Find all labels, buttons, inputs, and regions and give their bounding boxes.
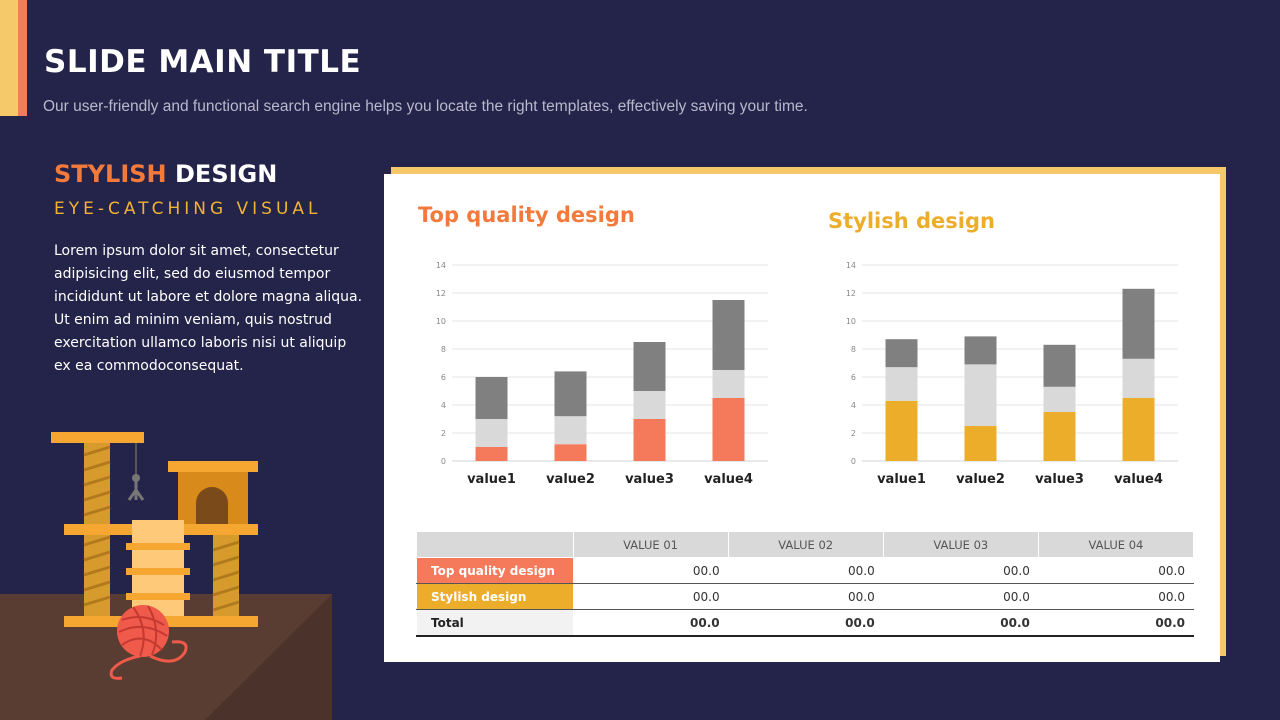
table-header-cell: VALUE 04	[1037, 531, 1195, 558]
table-cell: 00.0	[572, 609, 729, 637]
bar-segment	[475, 447, 508, 461]
y-tick-label: 8	[441, 345, 446, 354]
table-cell: 00.0	[572, 583, 729, 610]
bar-segment	[554, 371, 587, 417]
bar-segment	[1043, 344, 1076, 387]
x-tick-label: value4	[1114, 472, 1163, 487]
y-tick-label: 14	[846, 261, 856, 270]
y-tick-label: 10	[436, 317, 446, 326]
table-header-cell: VALUE 01	[572, 531, 729, 558]
table-header-row: VALUE 01 VALUE 02 VALUE 03 VALUE 04	[416, 531, 1195, 558]
y-tick-label: 0	[441, 457, 446, 466]
table-header-cell: VALUE 03	[882, 531, 1039, 558]
y-tick-label: 12	[846, 289, 856, 298]
bar-segment	[885, 339, 918, 368]
y-tick-label: 4	[851, 401, 856, 410]
table-header-blank	[416, 531, 574, 558]
row-label-top-quality: Top quality design	[416, 557, 574, 584]
y-tick-label: 6	[441, 373, 446, 382]
data-table: VALUE 01 VALUE 02 VALUE 03 VALUE 04 Top …	[416, 531, 1195, 637]
x-tick-label: value1	[467, 472, 516, 487]
bar-segment	[1122, 398, 1155, 461]
table-cell: 00.0	[882, 583, 1039, 610]
bar-segment	[885, 400, 918, 461]
y-tick-label: 12	[436, 289, 446, 298]
bar-segment	[554, 416, 587, 445]
bar-segment	[885, 367, 918, 401]
table-row: Stylish design 00.0 00.0 00.0 00.0	[416, 583, 1195, 610]
bar-segment	[712, 398, 745, 461]
bar-segment	[1122, 288, 1155, 359]
bar-segment	[1043, 386, 1076, 412]
table-cell: 00.0	[882, 609, 1039, 637]
bar-segment	[964, 426, 997, 461]
x-tick-label: value3	[625, 472, 674, 487]
table-header-cell: VALUE 02	[727, 531, 884, 558]
y-tick-label: 8	[851, 345, 856, 354]
bar-segment	[1043, 412, 1076, 461]
bar-segment	[964, 364, 997, 426]
table-row-total: Total 00.0 00.0 00.0 00.0	[416, 609, 1195, 637]
bar-segment	[1122, 358, 1155, 398]
y-tick-label: 2	[441, 429, 446, 438]
x-tick-label: value2	[956, 472, 1005, 487]
x-tick-label: value3	[1035, 472, 1084, 487]
table-cell: 00.0	[727, 583, 884, 610]
bar-segment	[633, 419, 666, 461]
y-tick-label: 4	[441, 401, 446, 410]
y-tick-label: 2	[851, 429, 856, 438]
y-tick-label: 14	[436, 261, 446, 270]
table-cell: 00.0	[1037, 609, 1195, 637]
bar-segment	[712, 370, 745, 398]
table-cell: 00.0	[1037, 557, 1195, 584]
x-tick-label: value1	[877, 472, 926, 487]
row-label-total: Total	[416, 609, 574, 637]
y-tick-label: 0	[851, 457, 856, 466]
bar-segment	[633, 342, 666, 391]
row-label-stylish: Stylish design	[416, 583, 574, 610]
x-tick-label: value2	[546, 472, 595, 487]
table-cell: 00.0	[1037, 583, 1195, 610]
table-cell: 00.0	[727, 557, 884, 584]
bar-segment	[475, 419, 508, 447]
x-tick-label: value4	[704, 472, 753, 487]
table-cell: 00.0	[727, 609, 884, 637]
table-row: Top quality design 00.0 00.0 00.0 00.0	[416, 557, 1195, 584]
table-cell: 00.0	[572, 557, 729, 584]
bar-segment	[712, 300, 745, 370]
bar-segment	[475, 377, 508, 419]
bar-segment	[964, 336, 997, 365]
y-tick-label: 10	[846, 317, 856, 326]
bar-segment	[554, 444, 587, 461]
table-cell: 00.0	[882, 557, 1039, 584]
bar-segment	[633, 391, 666, 419]
y-tick-label: 6	[851, 373, 856, 382]
